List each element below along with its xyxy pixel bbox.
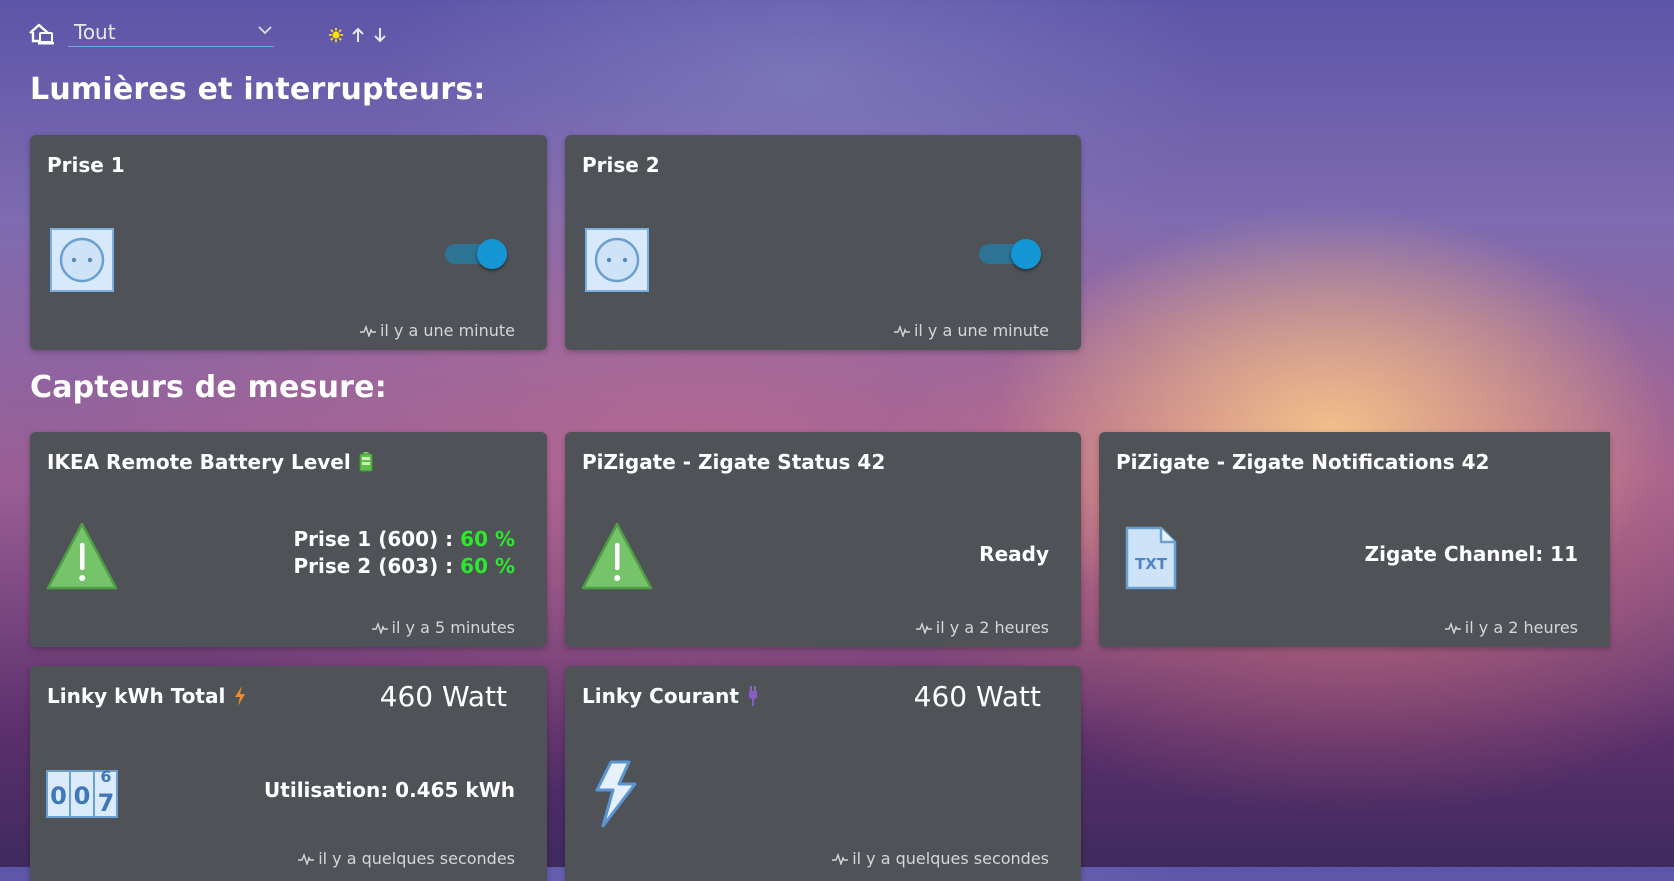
top-bar: Tout [28,18,274,50]
card-title: Prise 1 [47,153,125,177]
room-select[interactable]: Tout [68,18,274,47]
card-zigate-status[interactable]: PiZigate - Zigate Status 42 Ready il y a… [565,432,1081,647]
pulse-icon [371,621,388,634]
status-value: Ready [979,542,1049,566]
last-update: il y a 2 heures [935,618,1049,637]
last-update: il y a une minute [379,321,515,340]
power-value: 460 Watt [913,680,1041,713]
section-title-lights: Lumières et interrupteurs: [30,72,486,107]
card-prise-2[interactable]: Prise 2 il y a une minute [565,135,1081,350]
card-ikea-battery[interactable]: IKEA Remote Battery Level Prise 1 (600) … [30,432,547,647]
card-linky-kwh-total[interactable]: Linky kWh Total 460 Watt 0 0 6 7 Utilisa… [30,666,547,881]
pulse-icon [359,324,376,337]
svg-text:TXT: TXT [1135,555,1168,573]
card-prise-1[interactable]: Prise 1 il y a une minute [30,135,547,350]
last-update: il y a quelques secondes [852,849,1049,868]
battery-label-prise-1: Prise 1 (600) : [293,527,454,551]
battery-label-prise-2: Prise 2 (603) : [293,554,454,578]
card-title: Linky Courant [582,684,739,708]
plug-icon [748,686,757,706]
sun-icon[interactable] [328,26,344,44]
usage-value: Utilisation: 0.465 kWh [264,778,515,802]
pulse-icon [1444,621,1461,634]
home-devices-icon[interactable] [28,22,54,46]
bolt-icon [235,686,246,706]
room-select-value: Tout [74,20,116,44]
battery-value-prise-1: 60 % [460,527,515,551]
chevron-down-icon [258,26,272,35]
card-title: PiZigate - Zigate Status 42 [582,450,886,474]
lightning-icon [595,760,637,828]
toggle-knob [1011,239,1041,269]
section-title-sensors: Capteurs de mesure: [30,370,387,405]
pulse-icon [832,852,849,865]
card-title: PiZigate - Zigate Notifications 42 [1116,450,1490,474]
last-update: il y a 5 minutes [391,618,515,637]
pulse-icon [893,324,910,337]
card-linky-courant[interactable]: Linky Courant 460 Watt il y a quelques s… [565,666,1081,881]
pulse-icon [298,852,315,865]
last-update: il y a quelques secondes [318,849,515,868]
svg-text:0: 0 [50,782,67,810]
txt-file-icon: TXT [1125,526,1177,590]
last-update: il y a une minute [913,321,1049,340]
last-update: il y a 2 heures [1464,618,1578,637]
view-tools [328,26,388,44]
power-socket-icon [585,228,649,292]
battery-icon [359,452,373,472]
svg-text:0: 0 [74,782,91,810]
svg-text:7: 7 [98,789,115,817]
pulse-icon [915,621,932,634]
notification-value: Zigate Channel: 11 [1364,542,1578,566]
card-title: Prise 2 [582,153,660,177]
power-socket-icon [50,228,114,292]
counter-icon: 0 0 6 7 [46,770,118,818]
power-value: 460 Watt [379,680,507,713]
warning-triangle-icon [581,522,653,590]
svg-text:6: 6 [100,770,111,786]
warning-triangle-icon [46,522,118,590]
arrow-up-icon[interactable] [350,26,366,44]
battery-value-prise-2: 60 % [460,554,515,578]
card-title: Linky kWh Total [47,684,226,708]
arrow-down-icon[interactable] [372,26,388,44]
power-toggle[interactable] [979,239,1041,269]
card-zigate-notifications[interactable]: PiZigate - Zigate Notifications 42 TXT Z… [1099,432,1610,647]
toggle-knob [477,239,507,269]
power-toggle[interactable] [445,239,507,269]
card-title: IKEA Remote Battery Level [47,450,351,474]
